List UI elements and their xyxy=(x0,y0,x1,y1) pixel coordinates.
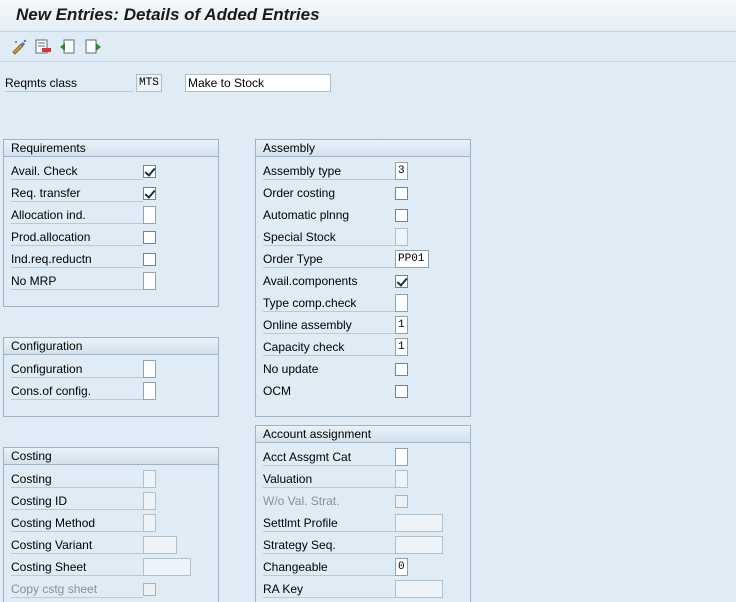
account-assignment-group-title: Account assignment xyxy=(256,426,470,443)
configuration-label: Configuration xyxy=(11,361,143,378)
costing-method-label: Costing Method xyxy=(11,515,143,532)
copy-cstg-sheet-checkbox[interactable] xyxy=(143,583,156,596)
type-comp-check-field[interactable] xyxy=(395,294,408,312)
order-type-field[interactable]: PP01 xyxy=(395,250,429,268)
costing-label: Costing xyxy=(11,471,143,488)
wo-val-strat-label: W/o Val. Strat. xyxy=(263,494,340,508)
reqmts-class-label: Reqmts class xyxy=(5,75,133,92)
costing-group-title: Costing xyxy=(4,448,218,465)
costing-sheet-field[interactable] xyxy=(143,558,191,576)
assembly-type-label: Assembly type xyxy=(263,163,395,180)
ocm-label: OCM xyxy=(263,384,291,398)
avail-check-label: Avail. Check xyxy=(11,163,143,180)
req-transfer-checkbox[interactable] xyxy=(143,187,156,200)
changeable-field[interactable]: 0 xyxy=(395,558,408,576)
wo-val-strat-checkbox[interactable] xyxy=(395,495,408,508)
online-assembly-label: Online assembly xyxy=(263,317,395,334)
acct-assgmt-cat-label: Acct Assgmt Cat xyxy=(263,449,395,466)
req-transfer-label: Req. transfer xyxy=(11,185,143,202)
ind-req-reductn-checkbox[interactable] xyxy=(143,253,156,266)
type-comp-check-label: Type comp.check xyxy=(263,295,395,312)
costing-field[interactable] xyxy=(143,470,156,488)
valuation-label: Valuation xyxy=(263,471,395,488)
no-mrp-label: No MRP xyxy=(11,273,143,290)
order-type-label: Order Type xyxy=(263,251,395,268)
automatic-plnng-checkbox[interactable] xyxy=(395,209,408,222)
ind-req-reductn-label: Ind.req.reductn xyxy=(11,251,143,268)
acct-assgmt-cat-field[interactable] xyxy=(395,448,408,466)
order-costing-label: Order costing xyxy=(263,186,336,200)
special-stock-label: Special Stock xyxy=(263,229,395,246)
cons-of-config-label: Cons.of config. xyxy=(11,383,143,400)
assembly-type-field[interactable]: 3 xyxy=(395,162,408,180)
reqmts-class-field[interactable]: MTS xyxy=(136,74,162,92)
costing-id-field[interactable] xyxy=(143,492,156,510)
order-costing-checkbox[interactable] xyxy=(395,187,408,200)
settlmt-profile-label: Settlmt Profile xyxy=(263,515,395,532)
copy-cstg-sheet-label: Copy cstg sheet xyxy=(11,581,143,598)
allocation-ind-label: Allocation ind. xyxy=(11,207,143,224)
costing-variant-label: Costing Variant xyxy=(11,537,143,554)
ra-key-label: RA Key xyxy=(263,581,395,598)
ocm-checkbox[interactable] xyxy=(395,385,408,398)
avail-components-checkbox[interactable] xyxy=(395,275,408,288)
next-entry-icon[interactable] xyxy=(84,38,102,56)
capacity-check-field[interactable]: 1 xyxy=(395,338,408,356)
page-title: New Entries: Details of Added Entries xyxy=(16,5,320,24)
avail-components-label: Avail.components xyxy=(263,274,358,288)
application-toolbar xyxy=(0,33,736,62)
settlmt-profile-field[interactable] xyxy=(395,514,443,532)
strategy-seq-field[interactable] xyxy=(395,536,443,554)
special-stock-field[interactable] xyxy=(395,228,408,246)
reqmts-class-description: Make to Stock xyxy=(185,74,331,92)
configuration-field[interactable] xyxy=(143,360,156,378)
allocation-ind-field[interactable] xyxy=(143,206,156,224)
assembly-group-title: Assembly xyxy=(256,140,470,157)
previous-entry-icon[interactable] xyxy=(59,38,77,56)
avail-check-checkbox[interactable] xyxy=(143,165,156,178)
configuration-group-title: Configuration xyxy=(4,338,218,355)
changeable-label: Changeable xyxy=(263,559,395,576)
prod-allocation-checkbox[interactable] xyxy=(143,231,156,244)
prod-allocation-label: Prod.allocation xyxy=(11,229,143,246)
costing-sheet-label: Costing Sheet xyxy=(11,559,143,576)
title-bar: New Entries: Details of Added Entries xyxy=(0,0,736,32)
valuation-field[interactable] xyxy=(395,470,408,488)
online-assembly-field[interactable]: 1 xyxy=(395,316,408,334)
no-update-checkbox[interactable] xyxy=(395,363,408,376)
ra-key-field[interactable] xyxy=(395,580,443,598)
display-change-icon[interactable] xyxy=(11,38,29,56)
automatic-plnng-label: Automatic plnng xyxy=(263,208,350,222)
costing-method-field[interactable] xyxy=(143,514,156,532)
strategy-seq-label: Strategy Seq. xyxy=(263,537,395,554)
costing-variant-field[interactable] xyxy=(143,536,177,554)
no-mrp-field[interactable] xyxy=(143,272,156,290)
no-update-label: No update xyxy=(263,362,319,376)
capacity-check-label: Capacity check xyxy=(263,339,395,356)
costing-id-label: Costing ID xyxy=(11,493,143,510)
cons-of-config-field[interactable] xyxy=(143,382,156,400)
requirements-group-title: Requirements xyxy=(4,140,218,157)
delete-icon[interactable] xyxy=(34,38,52,56)
